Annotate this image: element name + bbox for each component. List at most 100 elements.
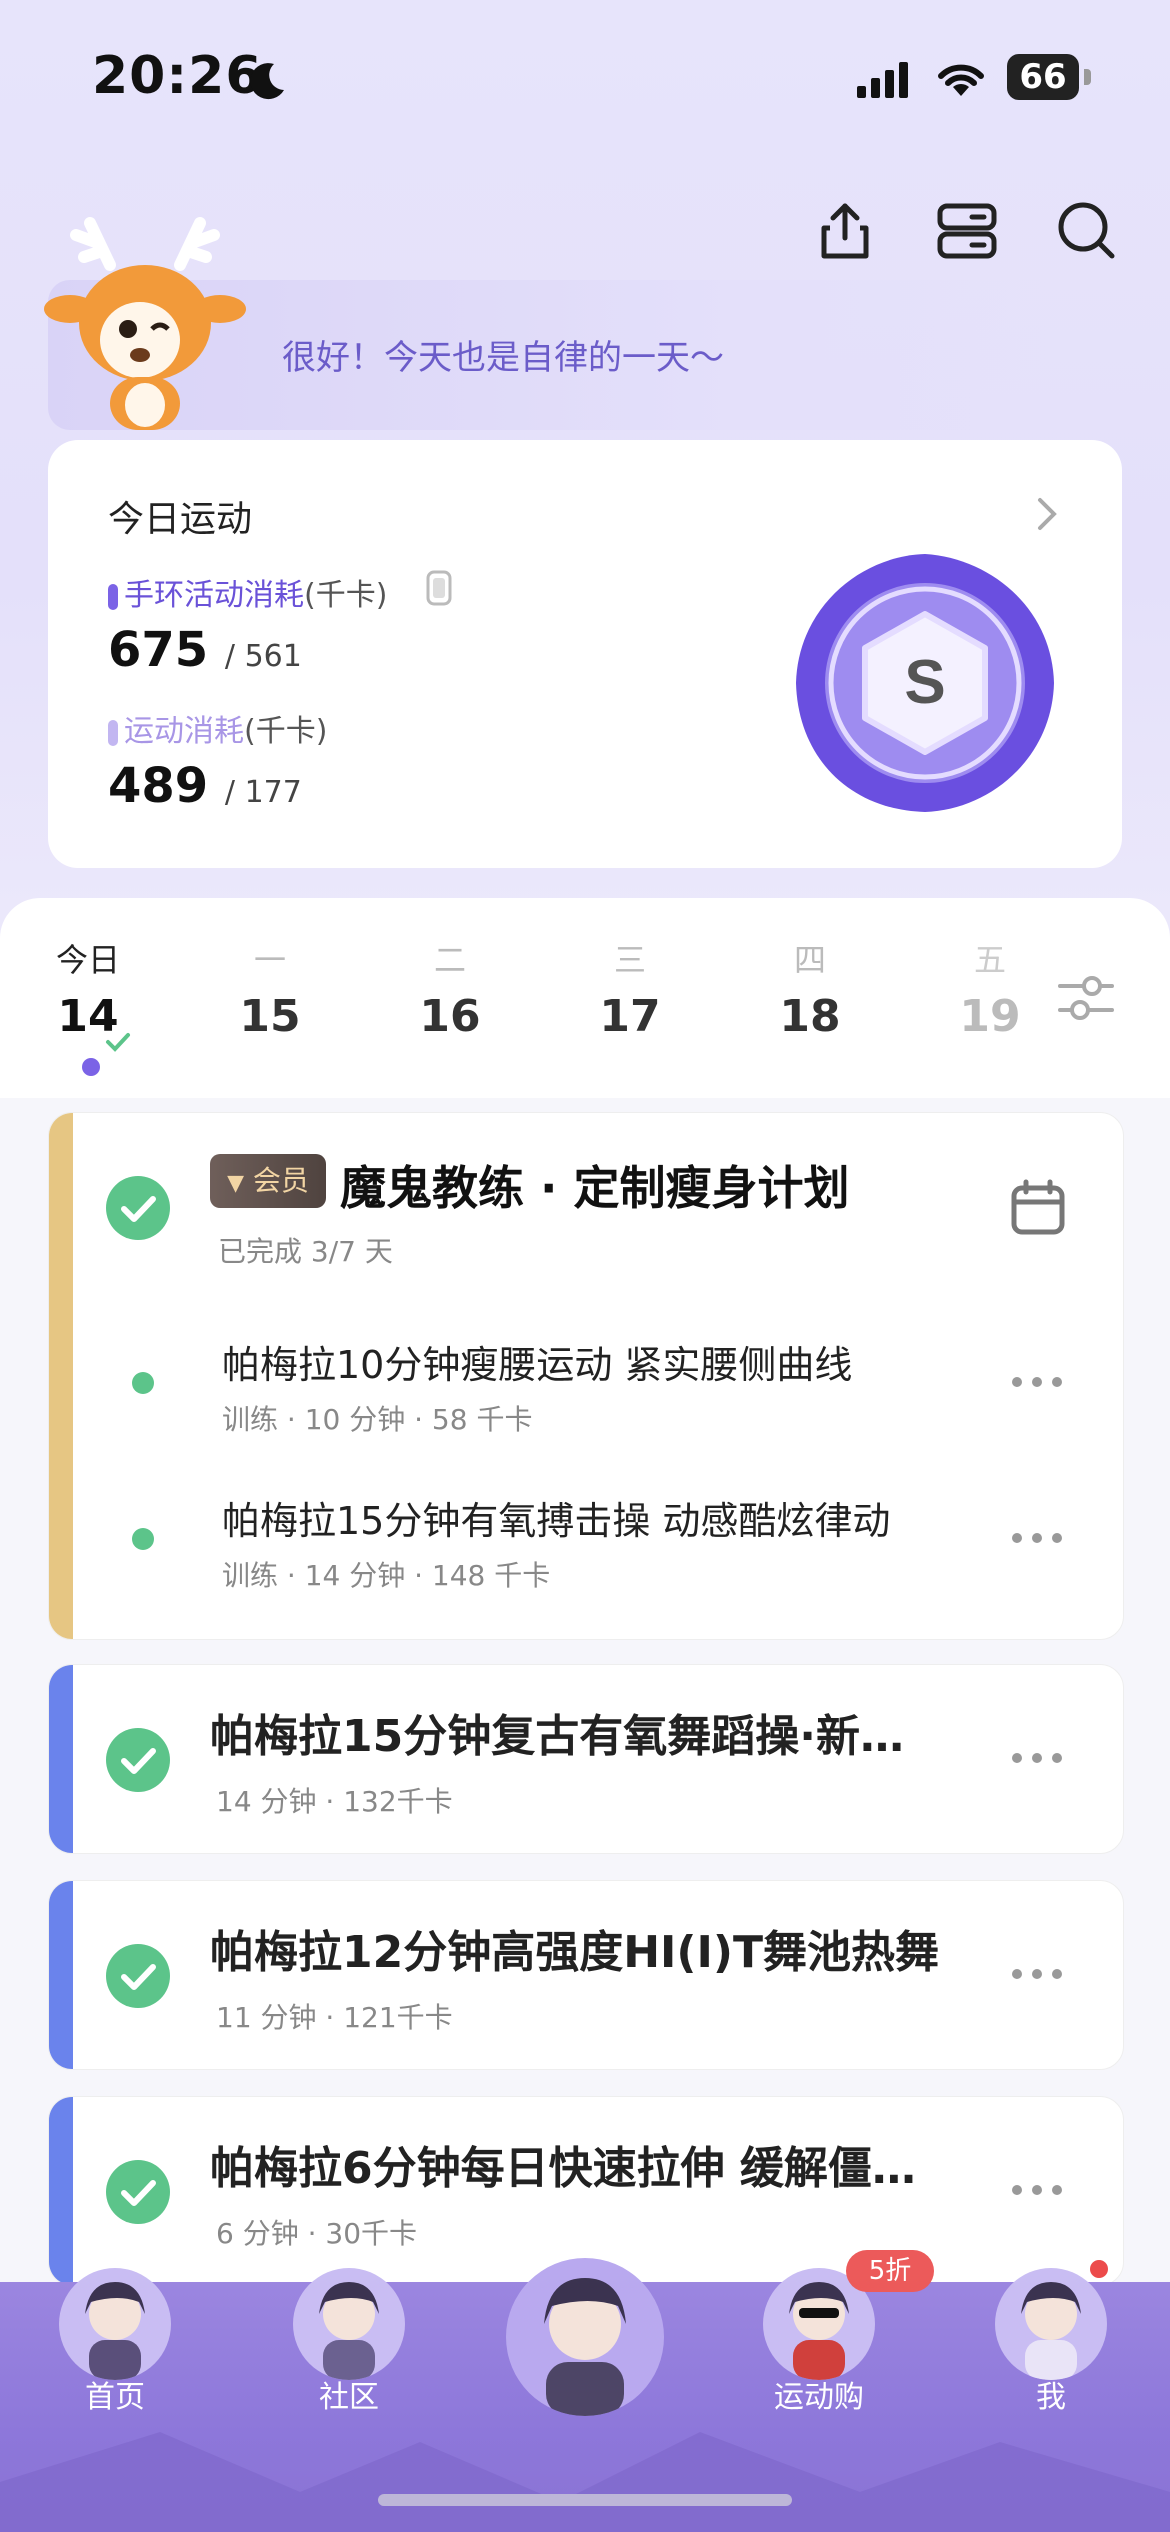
plan-title: 魔鬼教练 · 定制瘦身计划	[340, 1161, 850, 1215]
greeting-text: 很好！今天也是自律的一天～	[282, 338, 724, 378]
band-target: / 561	[224, 639, 302, 674]
day-mon[interactable]: 一 15	[210, 935, 330, 1042]
day-number: 17	[599, 991, 661, 1042]
day-name: 三	[613, 941, 646, 979]
plan-stripe	[49, 1113, 73, 1639]
search-button[interactable]	[1054, 198, 1120, 264]
tab-community-label: 社区	[319, 2380, 379, 2415]
deer-mascot-icon[interactable]	[40, 205, 250, 430]
workout-meta: 14 分钟 · 132千卡	[216, 1785, 453, 1818]
badge-letter: S	[904, 648, 945, 717]
tab-me[interactable]: 我	[976, 2268, 1126, 2416]
vip-heart-icon: ▼	[227, 1171, 244, 1196]
sport-calorie-label: 运动消耗(千卡)	[108, 706, 327, 750]
check-icon	[121, 1196, 156, 1222]
plan-item-meta: 训练 · 10 分钟 · 58 千卡	[222, 1403, 533, 1436]
check-icon	[121, 1748, 156, 1774]
workout-title[interactable]: 帕梅拉12分钟高强度HI(I)T舞池热舞	[210, 1916, 980, 1980]
workout-title[interactable]: 帕梅拉15分钟复古有氧舞蹈操·新…	[210, 1700, 980, 1764]
day-name: 四	[793, 941, 826, 979]
check-icon	[106, 1033, 130, 1052]
plan-item-title[interactable]: 帕梅拉10分钟瘦腰运动 紧实腰侧曲线	[222, 1334, 852, 1389]
day-name: 一	[253, 941, 286, 979]
coach-avatar-icon	[544, 2278, 626, 2416]
share-icon	[821, 203, 869, 259]
workout-stripe	[49, 1881, 73, 2069]
status-bar: 20:26 66	[0, 40, 1170, 120]
tab-community[interactable]: 社区	[274, 2268, 424, 2416]
plan-complete-check	[106, 1176, 170, 1240]
workout-stripe	[49, 1665, 73, 1853]
plan-item-meta: 训练 · 14 分钟 · 148 千卡	[222, 1559, 551, 1592]
band-label-text: 手环活动消耗	[124, 578, 304, 613]
band-calorie-label: 手环活动消耗(千卡)	[108, 570, 387, 614]
sport-unit: (千卡)	[244, 714, 328, 749]
workout-complete-check	[106, 2160, 170, 2224]
battery-icon: 66	[1007, 54, 1091, 100]
status-time: 20:26	[92, 46, 263, 106]
cellular-signal-icon	[857, 62, 908, 98]
more-options-icon[interactable]	[1012, 1969, 1066, 1983]
today-indicator-dot	[82, 1058, 100, 1076]
tab-me-label: 我	[1036, 2380, 1066, 2415]
sport-value: 489	[108, 758, 209, 814]
plan-progress: 已完成 3/7 天	[218, 1235, 393, 1268]
home-indicator[interactable]	[378, 2494, 792, 2506]
moon-icon	[250, 63, 284, 100]
community-avatar-icon	[293, 2268, 405, 2380]
tab-home-label: 首页	[85, 2380, 145, 2415]
workout-meta: 11 分钟 · 121千卡	[216, 2001, 453, 2034]
vip-label: 会员	[252, 1164, 309, 1197]
day-number: 19	[959, 991, 1021, 1042]
tab-home[interactable]: 首页	[40, 2268, 190, 2416]
chevron-right-icon[interactable]	[1030, 492, 1064, 536]
day-tue[interactable]: 二 16	[390, 935, 510, 1042]
band-value: 675	[108, 622, 209, 678]
check-icon	[121, 2180, 156, 2206]
band-unit: (千卡)	[304, 578, 388, 613]
center-coach-button[interactable]	[506, 2258, 664, 2416]
day-fri[interactable]: 五 19	[930, 935, 1050, 1042]
discount-badge: 5折	[846, 2250, 934, 2292]
check-icon	[121, 1964, 156, 1990]
home-avatar-icon	[59, 2268, 171, 2380]
me-avatar-icon	[995, 2268, 1107, 2380]
watch-icon	[426, 570, 452, 606]
vip-badge: ▼ 会员	[210, 1154, 326, 1208]
band-calorie-value: 675 / 561	[108, 622, 302, 678]
notification-dot	[1090, 2260, 1108, 2278]
server-icon	[937, 203, 997, 259]
battery-level: 66	[1019, 57, 1067, 97]
activity-grade-badge[interactable]: S	[790, 548, 1060, 818]
wifi-icon	[938, 64, 984, 96]
workout-stripe	[49, 2097, 73, 2285]
item-status-dot	[132, 1528, 154, 1550]
day-today[interactable]: 今日 14	[28, 935, 148, 1042]
filter-slider-icon[interactable]	[1056, 968, 1116, 1028]
calendar-icon[interactable]	[1008, 1178, 1068, 1238]
plan-item-title[interactable]: 帕梅拉15分钟有氧搏击操 动感酷炫律动	[222, 1490, 890, 1545]
sport-calorie-value: 489 / 177	[108, 758, 302, 814]
day-thu[interactable]: 四 18	[750, 935, 870, 1042]
day-number: 18	[779, 991, 841, 1042]
day-number: 16	[419, 991, 481, 1042]
workout-meta: 6 分钟 · 30千卡	[216, 2217, 418, 2250]
tab-shop-label: 运动购	[774, 2380, 864, 2415]
day-name: 二	[433, 941, 466, 979]
device-button[interactable]	[934, 198, 1000, 264]
day-name: 今日	[55, 941, 120, 979]
workout-title[interactable]: 帕梅拉6分钟每日快速拉伸 缓解僵…	[210, 2132, 980, 2196]
workout-complete-check	[106, 1728, 170, 1792]
item-status-dot	[132, 1372, 154, 1394]
more-options-icon[interactable]	[1012, 1753, 1066, 1767]
more-options-icon[interactable]	[1012, 1377, 1066, 1391]
sport-label-text: 运动消耗	[124, 714, 244, 749]
day-name: 五	[973, 941, 1006, 979]
share-button[interactable]	[812, 198, 878, 264]
day-number: 15	[239, 991, 301, 1042]
today-card-title: 今日运动	[108, 499, 253, 540]
search-icon	[1058, 202, 1115, 259]
more-options-icon[interactable]	[1012, 1533, 1066, 1547]
more-options-icon[interactable]	[1012, 2185, 1066, 2199]
day-wed[interactable]: 三 17	[570, 935, 690, 1042]
